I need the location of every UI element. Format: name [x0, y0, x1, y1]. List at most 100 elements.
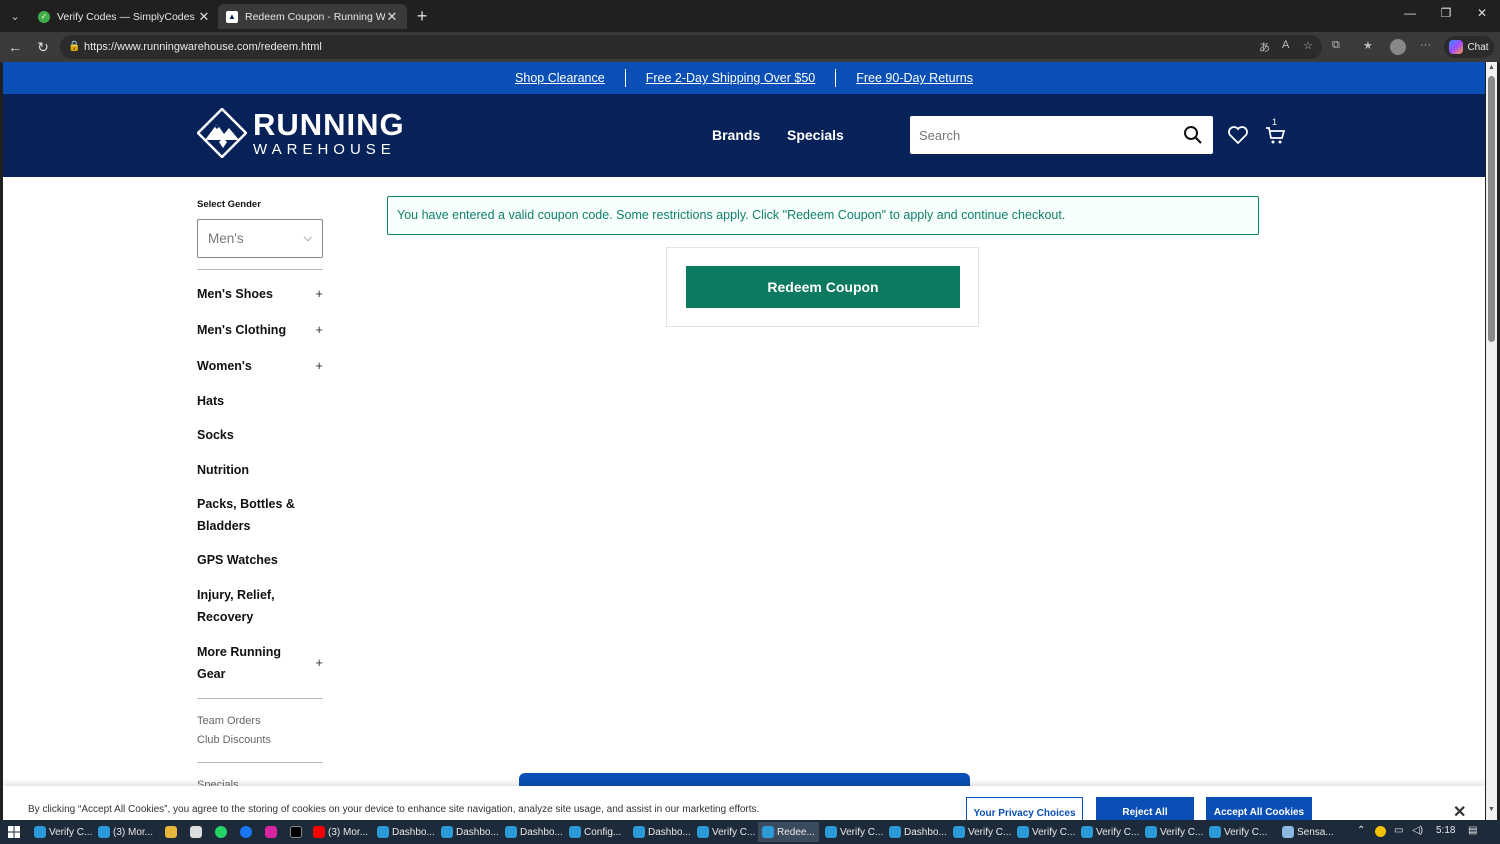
- tray-app-icon[interactable]: [1375, 826, 1386, 837]
- gender-select[interactable]: Men's ⌵: [197, 219, 323, 258]
- new-tab-button[interactable]: +: [412, 6, 432, 27]
- taskbar-item[interactable]: Dashbo...: [441, 822, 499, 842]
- browser-toolbar: ← ↻ 🔒 https://www.runningwarehouse.com/r…: [0, 32, 1500, 62]
- sidebar-item-nutrition[interactable]: Nutrition: [197, 459, 323, 481]
- tab-close-icon[interactable]: ✕: [197, 9, 211, 25]
- redeem-coupon-button[interactable]: Redeem Coupon: [686, 266, 960, 308]
- close-icon[interactable]: ✕: [1453, 802, 1466, 820]
- sidebar-item-socks[interactable]: Socks: [197, 424, 323, 446]
- taskbar-item[interactable]: Verify C...: [953, 822, 1011, 842]
- taskbar-item[interactable]: Verify C...: [1145, 822, 1203, 842]
- taskbar-item[interactable]: Dashbo...: [889, 822, 947, 842]
- taskbar-item[interactable]: (3) Mor...: [98, 822, 153, 842]
- favorite-star-icon[interactable]: ☆: [1303, 39, 1313, 52]
- sidebar-item-mens-clothing[interactable]: Men's Clothing +: [197, 319, 323, 341]
- taskbar-item[interactable]: Sensa...: [1282, 822, 1334, 842]
- cart-icon[interactable]: [1264, 124, 1286, 146]
- restore-button[interactable]: ❐: [1437, 6, 1455, 20]
- tab-verify-codes[interactable]: ✓ Verify Codes — SimplyCodes ✕: [30, 4, 219, 29]
- expand-plus-icon[interactable]: +: [315, 652, 323, 674]
- taskbar-item[interactable]: Dashbo...: [505, 822, 563, 842]
- wishlist-heart-icon[interactable]: [1227, 124, 1249, 146]
- sidebar-item-mens-shoes[interactable]: Men's Shoes +: [197, 283, 323, 305]
- back-arrow-icon[interactable]: ←: [5, 37, 25, 57]
- minimize-button[interactable]: —: [1401, 6, 1419, 20]
- tray-chevron-up-icon[interactable]: ⌃: [1357, 825, 1365, 836]
- sidebar-item-injury-relief[interactable]: Injury, Relief, Recovery: [197, 584, 323, 628]
- club-discounts-link[interactable]: Club Discounts: [197, 734, 271, 746]
- redeem-panel: Redeem Coupon: [666, 247, 979, 327]
- copilot-chat-button[interactable]: Chat: [1444, 36, 1494, 58]
- running-warehouse-logo[interactable]: RUNNING WAREHOUSE: [197, 108, 405, 158]
- nav-specials[interactable]: Specials: [787, 127, 844, 143]
- scroll-down-arrow-icon[interactable]: ▼: [1487, 806, 1496, 813]
- taskbar-item[interactable]: Verify C...: [1081, 822, 1139, 842]
- file-explorer-icon[interactable]: [165, 826, 177, 838]
- reload-icon[interactable]: ↻: [33, 37, 53, 57]
- search-input[interactable]: [910, 116, 1160, 154]
- whatsapp-icon[interactable]: [215, 826, 227, 838]
- volume-icon[interactable]: ◁): [1412, 825, 1423, 836]
- windows-start-icon[interactable]: [8, 826, 20, 838]
- copilot-icon: [1449, 40, 1464, 54]
- sidebar-item-gps-watches[interactable]: GPS Watches: [197, 549, 323, 571]
- sidebar-item-label: Packs, Bottles &: [197, 497, 295, 511]
- expand-plus-icon[interactable]: +: [315, 283, 323, 305]
- sidebar-item-womens[interactable]: Women's +: [197, 355, 323, 377]
- nav-brands[interactable]: Brands: [712, 127, 760, 143]
- scroll-up-arrow-icon[interactable]: ▲: [1487, 64, 1496, 71]
- taskbar-label: Config...: [584, 826, 622, 838]
- notifications-icon[interactable]: ▤: [1468, 825, 1477, 836]
- free-returns-link[interactable]: Free 90-Day Returns: [836, 71, 993, 85]
- sidebar-item-label-line2: Gear: [197, 667, 226, 681]
- shop-clearance-link[interactable]: Shop Clearance: [495, 71, 625, 85]
- taskbar-item[interactable]: Verify C...: [34, 822, 92, 842]
- instagram-icon[interactable]: [265, 826, 277, 838]
- free-shipping-link[interactable]: Free 2-Day Shipping Over $50: [626, 71, 836, 85]
- taskbar-item[interactable]: Verify C...: [697, 822, 755, 842]
- tab-actions-menu-icon[interactable]: ⌄: [4, 5, 26, 27]
- edge-icon: [505, 826, 517, 838]
- expand-plus-icon[interactable]: +: [315, 319, 323, 341]
- taskbar-item[interactable]: Dashbo...: [633, 822, 691, 842]
- facebook-icon[interactable]: [240, 826, 252, 838]
- sidebar-item-label: Socks: [197, 428, 234, 442]
- extensions-icon[interactable]: ⧉: [1332, 39, 1340, 52]
- sidebar-item-hats[interactable]: Hats: [197, 390, 323, 412]
- more-menu-icon[interactable]: ···: [1420, 39, 1431, 51]
- taskbar-label: Sensa...: [1297, 826, 1334, 838]
- x-twitter-icon[interactable]: [290, 826, 302, 838]
- read-aloud-icon[interactable]: A: [1282, 39, 1289, 51]
- team-orders-link[interactable]: Team Orders: [197, 715, 261, 727]
- edge-icon: [697, 826, 709, 838]
- reject-all-button[interactable]: Reject All: [1096, 797, 1194, 820]
- accept-all-cookies-button[interactable]: Accept All Cookies: [1206, 797, 1312, 820]
- privacy-choices-button[interactable]: Your Privacy Choices: [966, 797, 1083, 820]
- taskbar-item[interactable]: Verify C...: [1209, 822, 1267, 842]
- store-icon[interactable]: [190, 826, 202, 838]
- taskbar-item[interactable]: Config...: [569, 822, 621, 842]
- profile-avatar-icon[interactable]: [1390, 39, 1406, 55]
- search-icon[interactable]: [1183, 125, 1203, 145]
- favorites-icon[interactable]: ★: [1363, 39, 1373, 52]
- tab-redeem-coupon[interactable]: ▲ Redeem Coupon - Running Wareh ✕: [218, 4, 407, 29]
- sidebar-item-label: Nutrition: [197, 463, 250, 477]
- scrollbar-thumb[interactable]: [1488, 76, 1495, 342]
- taskbar-item[interactable]: (3) Mor...: [313, 822, 368, 842]
- sidebar-item-packs-bottles[interactable]: Packs, Bottles & Bladders: [197, 493, 323, 537]
- sidebar-item-more-running-gear[interactable]: More Running Gear +: [197, 641, 323, 685]
- network-icon[interactable]: ▭: [1394, 825, 1403, 836]
- taskbar-item[interactable]: Verify C...: [825, 822, 883, 842]
- clock-time[interactable]: 5:18: [1436, 825, 1455, 836]
- expand-plus-icon[interactable]: +: [315, 355, 323, 377]
- tab-close-icon[interactable]: ✕: [385, 9, 399, 25]
- edge-icon: [1209, 826, 1221, 838]
- page-scrollbar[interactable]: ▲ ▼: [1486, 62, 1497, 820]
- translate-icon[interactable]: あ: [1259, 39, 1270, 55]
- close-window-button[interactable]: ✕: [1473, 6, 1491, 20]
- address-bar[interactable]: 🔒 https://www.runningwarehouse.com/redee…: [60, 35, 1322, 59]
- taskbar-item[interactable]: Verify C...: [1017, 822, 1075, 842]
- taskbar-item-active[interactable]: Redee...: [758, 822, 819, 842]
- taskbar-item[interactable]: Dashbo...: [377, 822, 435, 842]
- page-viewport: Shop Clearance Free 2-Day Shipping Over …: [3, 62, 1485, 820]
